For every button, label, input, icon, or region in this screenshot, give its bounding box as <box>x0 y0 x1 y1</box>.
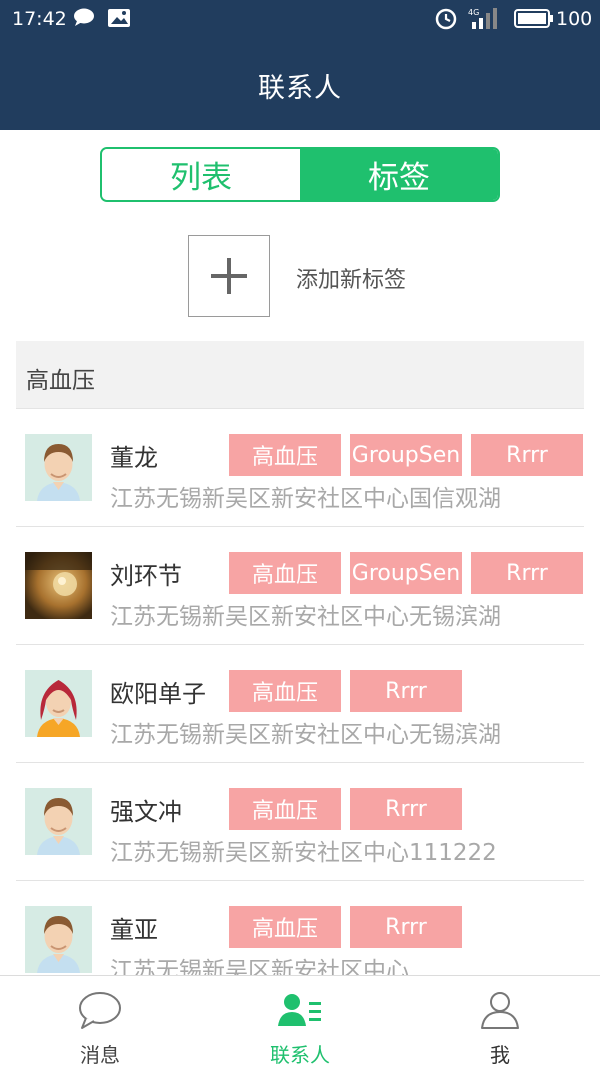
page-title: 联系人 <box>258 73 342 104</box>
contact-tag: Rrrr <box>471 434 583 476</box>
female-avatar-icon <box>25 670 92 737</box>
contact-row[interactable]: 欧阳单子 高血压 Rrrr 江苏无锡新吴区新安社区中心无锡滨湖 <box>0 645 600 763</box>
chat-bubble-icon <box>79 992 121 1029</box>
tab-contacts[interactable]: 联系人 <box>200 976 400 1067</box>
contact-row[interactable]: 董龙 高血压 GroupSen Rrrr 江苏无锡新吴区新安社区中心国信观湖 <box>0 409 600 527</box>
tab-list[interactable]: 列表 <box>102 149 300 200</box>
contact-address: 江苏无锡新吴区新安社区中心 <box>110 958 409 975</box>
status-bar: 17:42 4G 100 <box>0 0 600 38</box>
contact-tag: 高血压 <box>229 906 341 948</box>
battery-icon <box>514 9 554 28</box>
tab-me[interactable]: 我 <box>400 976 600 1067</box>
contact-address: 江苏无锡新吴区新安社区中心111222 <box>110 840 497 866</box>
image-notification-icon <box>107 8 131 28</box>
contact-tag: 高血压 <box>229 552 341 594</box>
tab-label: 消息 <box>80 1043 120 1067</box>
chat-notification-icon <box>73 8 95 26</box>
contact-tag: GroupSen <box>350 552 462 594</box>
contact-name: 童亚 <box>110 916 158 944</box>
contact-tag: Rrrr <box>350 906 462 948</box>
plus-icon <box>211 258 247 294</box>
male-avatar-icon <box>25 788 92 855</box>
contact-tag: Rrrr <box>350 788 462 830</box>
contact-row[interactable]: 强文冲 高血压 Rrrr 江苏无锡新吴区新安社区中心111222 <box>0 763 600 881</box>
person-icon <box>481 992 519 1029</box>
contact-tag: GroupSen <box>350 434 462 476</box>
add-tag-label[interactable]: 添加新标签 <box>296 262 406 294</box>
contact-row[interactable]: 刘环节 高血压 GroupSen Rrrr 江苏无锡新吴区新安社区中心无锡滨湖 <box>0 527 600 645</box>
group-header[interactable]: 高血压 <box>16 341 584 409</box>
contact-tag: Rrrr <box>350 670 462 712</box>
contact-address: 江苏无锡新吴区新安社区中心无锡滨湖 <box>110 604 501 630</box>
tab-tags[interactable]: 标签 <box>300 149 498 200</box>
contact-tag: 高血压 <box>229 434 341 476</box>
contact-row[interactable]: 童亚 高血压 Rrrr 江苏无锡新吴区新安社区中心 <box>0 881 600 975</box>
contact-name: 强文冲 <box>110 798 182 826</box>
contact-name: 董龙 <box>110 444 158 472</box>
contact-address: 江苏无锡新吴区新安社区中心无锡滨湖 <box>110 722 501 748</box>
add-tag-button[interactable] <box>188 235 270 317</box>
contacts-icon <box>278 994 321 1026</box>
tab-label: 联系人 <box>270 1043 330 1067</box>
view-switcher: 列表 标签 <box>100 147 500 202</box>
alarm-icon <box>434 6 458 30</box>
battery-level: 100 <box>556 8 593 30</box>
tab-label: 我 <box>490 1043 510 1067</box>
header-bar: 联系人 <box>0 38 600 130</box>
contact-tag: Rrrr <box>471 552 583 594</box>
status-time: 17:42 <box>12 8 67 30</box>
bottom-tab-bar: 消息 联系人 我 <box>0 975 600 1067</box>
signal-4g-icon: 4G <box>468 6 502 30</box>
contact-name: 刘环节 <box>110 562 182 590</box>
contact-tag: 高血压 <box>229 788 341 830</box>
contact-tag: 高血压 <box>229 670 341 712</box>
group-name: 高血压 <box>26 368 95 394</box>
male-avatar-icon <box>25 434 92 501</box>
tab-messages[interactable]: 消息 <box>0 976 200 1067</box>
contact-address: 江苏无锡新吴区新安社区中心国信观湖 <box>110 486 501 512</box>
contact-name: 欧阳单子 <box>110 680 206 708</box>
photo-avatar <box>25 552 92 619</box>
male-avatar-icon <box>25 906 92 973</box>
network-label: 4G <box>468 8 479 17</box>
